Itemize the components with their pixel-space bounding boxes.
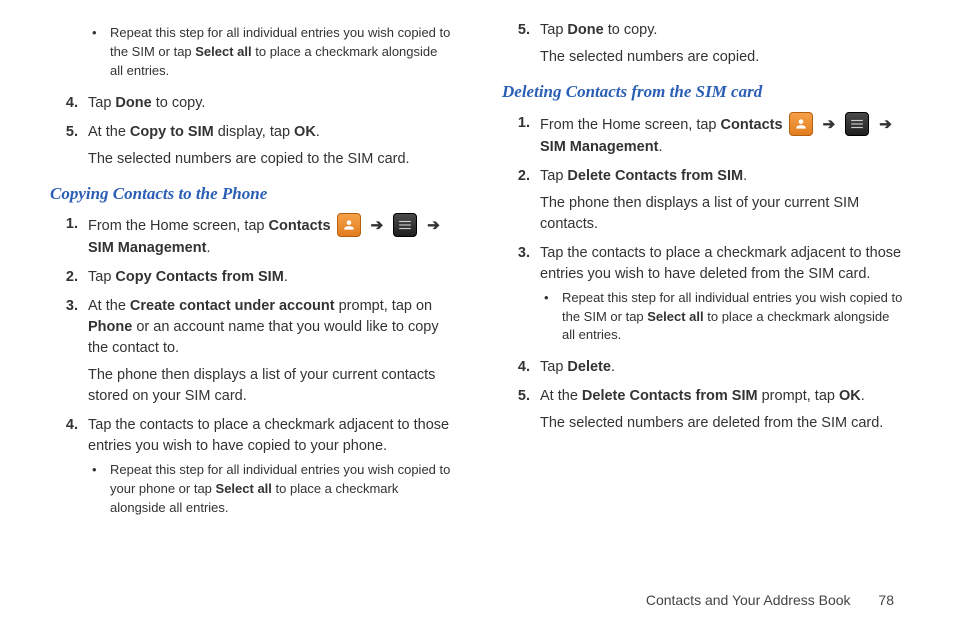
step-text: or an account name that you would like t… — [88, 319, 439, 356]
step-text: Tap — [540, 168, 567, 184]
menu-icon — [845, 112, 869, 136]
step-text: . — [658, 139, 662, 155]
bullet-item: Repeat this step for all individual entr… — [88, 461, 452, 518]
list-item: 1. From the Home screen, tap Contacts ➔ … — [502, 113, 904, 158]
step-text: . — [611, 359, 615, 375]
contacts-icon — [789, 112, 813, 136]
arrow-icon: ➔ — [367, 217, 388, 234]
section-heading: Deleting Contacts from the SIM card — [502, 80, 904, 105]
step-text: At the — [88, 124, 130, 140]
list-item: 5. At the Copy to SIM display, tap OK. T… — [50, 122, 452, 170]
page-number: 78 — [878, 592, 894, 608]
contacts-icon — [337, 213, 361, 237]
step-number: 1. — [50, 214, 88, 259]
step-number: 5. — [50, 122, 88, 170]
step-subtext: The selected numbers are deleted from th… — [540, 413, 904, 434]
bold-text: Done — [115, 95, 151, 111]
bold-text: Phone — [88, 319, 132, 335]
bold-text: Create contact under account — [130, 298, 335, 314]
step-text: At the — [540, 388, 582, 404]
step-number: 4. — [502, 357, 540, 378]
step-number: 2. — [50, 267, 88, 288]
step-number: 5. — [502, 20, 540, 68]
step-text: Tap — [88, 95, 115, 111]
arrow-icon: ➔ — [875, 116, 896, 133]
bold-text: Copy Contacts from SIM — [115, 269, 283, 285]
bold-text: Select all — [195, 44, 251, 59]
step-text: From the Home screen, tap — [88, 218, 269, 234]
step-text: to copy. — [152, 95, 206, 111]
bold-text: Select all — [647, 309, 703, 324]
step-number: 3. — [50, 296, 88, 407]
list-item: 5. Tap Done to copy. The selected number… — [502, 20, 904, 68]
list-item: 4. Tap Delete. — [502, 357, 904, 378]
step-text: . — [316, 124, 320, 140]
bullet-item: Repeat this step for all individual entr… — [88, 24, 452, 81]
list-item: 2. Tap Delete Contacts from SIM. The pho… — [502, 166, 904, 235]
bold-text: Delete — [567, 359, 611, 375]
step-text: Tap the contacts to place a checkmark ad… — [88, 417, 449, 454]
list-item: 4. Tap the contacts to place a checkmark… — [50, 415, 452, 522]
bullet-item: Repeat this step for all individual entr… — [540, 289, 904, 346]
step-text: . — [861, 388, 865, 404]
list-item: 3. At the Create contact under account p… — [50, 296, 452, 407]
bold-text: Contacts — [269, 218, 331, 234]
step-text: display, tap — [214, 124, 294, 140]
bold-text: OK — [839, 388, 861, 404]
right-column: 5. Tap Done to copy. The selected number… — [502, 20, 904, 530]
step-text: prompt, tap on — [335, 298, 433, 314]
step-number: 4. — [50, 93, 88, 114]
step-subtext: The selected numbers are copied. — [540, 47, 904, 68]
bold-text: SIM Management — [88, 240, 206, 256]
step-text: Tap — [540, 359, 567, 375]
arrow-icon: ➔ — [423, 217, 444, 234]
step-subtext: The selected numbers are copied to the S… — [88, 149, 452, 170]
bold-text: Select all — [216, 481, 272, 496]
list-item: 4. Tap Done to copy. — [50, 93, 452, 114]
step-text: From the Home screen, tap — [540, 117, 721, 133]
bold-text: SIM Management — [540, 139, 658, 155]
step-text: prompt, tap — [758, 388, 839, 404]
step-text: to copy. — [604, 22, 658, 38]
left-column: Repeat this step for all individual entr… — [50, 20, 452, 530]
step-number: 2. — [502, 166, 540, 235]
menu-icon — [393, 213, 417, 237]
list-item: 5. At the Delete Contacts from SIM promp… — [502, 386, 904, 434]
footer-section: Contacts and Your Address Book — [646, 592, 851, 608]
list-item: 2. Tap Copy Contacts from SIM. — [50, 267, 452, 288]
step-number: 4. — [50, 415, 88, 522]
step-number: 1. — [502, 113, 540, 158]
step-text: . — [206, 240, 210, 256]
step-subtext: The phone then displays a list of your c… — [540, 193, 904, 235]
step-text: Tap — [88, 269, 115, 285]
step-number: 3. — [502, 243, 540, 350]
page-footer: Contacts and Your Address Book 78 — [646, 592, 894, 608]
list-item: 1. From the Home screen, tap Contacts ➔ … — [50, 214, 452, 259]
list-item: Repeat this step for all individual entr… — [50, 20, 452, 85]
bold-text: OK — [294, 124, 316, 140]
step-subtext: The phone then displays a list of your c… — [88, 365, 452, 407]
page-content: Repeat this step for all individual entr… — [0, 0, 954, 590]
step-text: At the — [88, 298, 130, 314]
step-text: . — [743, 168, 747, 184]
list-item: 3. Tap the contacts to place a checkmark… — [502, 243, 904, 350]
arrow-icon: ➔ — [819, 116, 840, 133]
step-text: Tap — [540, 22, 567, 38]
step-text: . — [284, 269, 288, 285]
step-text: Tap the contacts to place a checkmark ad… — [540, 245, 901, 282]
bold-text: Done — [567, 22, 603, 38]
bold-text: Delete Contacts from SIM — [582, 388, 758, 404]
step-number: 5. — [502, 386, 540, 434]
section-heading: Copying Contacts to the Phone — [50, 182, 452, 207]
bold-text: Contacts — [721, 117, 783, 133]
bold-text: Copy to SIM — [130, 124, 214, 140]
bold-text: Delete Contacts from SIM — [567, 168, 743, 184]
